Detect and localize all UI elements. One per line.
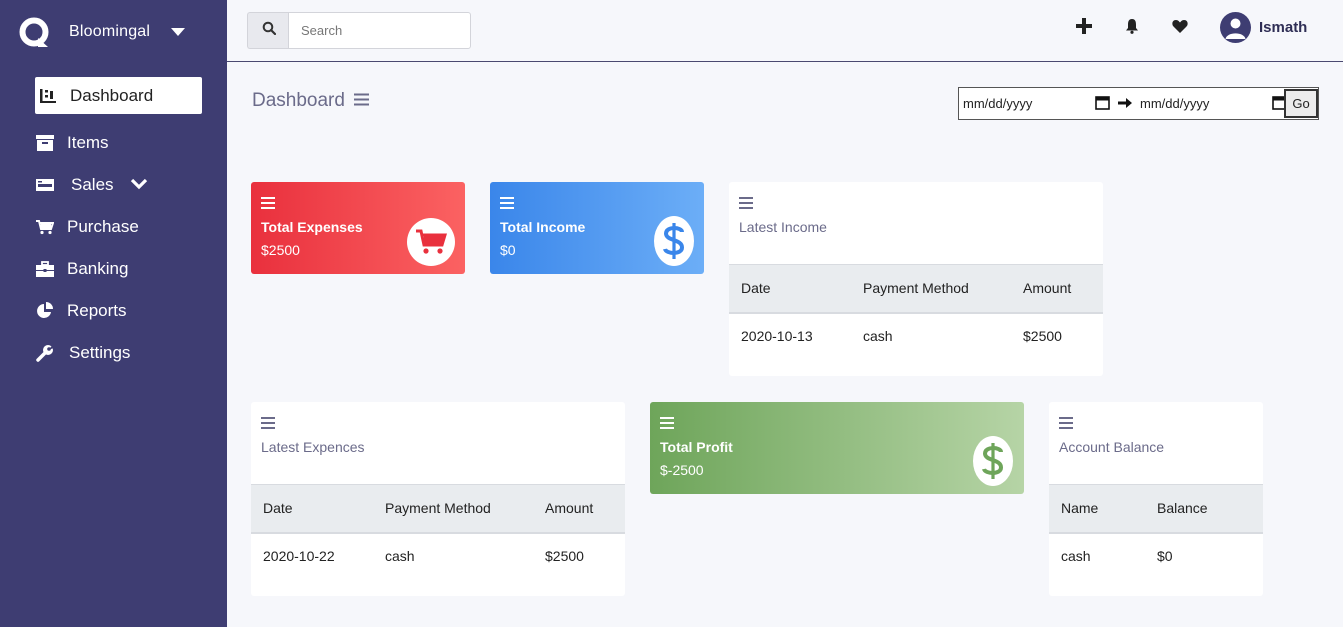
table-cell: $2500 <box>1023 328 1062 344</box>
table-header-row: Date Payment Method Amount <box>251 484 625 533</box>
page-title: Dashboard <box>252 90 369 112</box>
date-from-placeholder: mm/dd/yyyy <box>963 96 1033 111</box>
date-to-placeholder: mm/dd/yyyy <box>1140 96 1210 111</box>
brand-dropdown-icon[interactable] <box>170 24 186 42</box>
sidebar-item-sales[interactable]: Sales <box>35 166 202 203</box>
column-header: Amount <box>1023 280 1072 297</box>
cart-icon <box>407 218 455 266</box>
sidebar-item-banking[interactable]: Banking <box>35 250 202 287</box>
table-header-row: Date Payment Method Amount <box>729 264 1103 313</box>
wrench-icon <box>35 343 55 363</box>
table-row: 2020-10-13 cash $2500 <box>729 313 1103 359</box>
dollar-icon <box>654 216 694 266</box>
bell-icon[interactable] <box>1122 16 1142 36</box>
latest-expences-table: Date Payment Method Amount 2020-10-22 ca… <box>251 484 625 579</box>
table-cell: 2020-10-22 <box>263 548 335 564</box>
menu-icon[interactable] <box>500 196 514 214</box>
card-label: Total Expenses <box>261 219 363 235</box>
avatar <box>1220 12 1251 43</box>
card-label: Total Income <box>500 219 586 235</box>
plus-icon[interactable] <box>1074 16 1094 36</box>
panel-title: Account Balance <box>1059 439 1165 455</box>
date-range: mm/dd/yyyy mm/dd/yyyy Go <box>958 87 1319 120</box>
total-profit-card: Total Profit $-2500 <box>650 402 1024 494</box>
table-cell: cash <box>863 328 893 344</box>
column-header: Amount <box>545 500 594 517</box>
calendar-icon[interactable] <box>1095 95 1110 113</box>
card-label: Total Profit <box>660 439 733 455</box>
column-header: Payment Method <box>385 500 491 517</box>
brand-name: Bloomingal <box>69 23 151 40</box>
chevron-down-icon[interactable] <box>130 175 148 195</box>
latest-income-table: Date Payment Method Amount 2020-10-13 ca… <box>729 264 1103 359</box>
date-to-field[interactable]: mm/dd/yyyy <box>1136 95 1291 113</box>
sidebar-item-label: Items <box>67 132 109 152</box>
column-header: Date <box>263 500 293 517</box>
card-value: $-2500 <box>660 462 704 478</box>
sidebar-item-label: Dashboard <box>70 85 154 105</box>
table-header-row: Name Balance <box>1049 484 1263 533</box>
search-input[interactable] <box>288 12 471 49</box>
sidebar: Bloomingal Dashboard Items Sales Purchas… <box>0 0 227 627</box>
column-header: Name <box>1061 500 1099 517</box>
column-header: Payment Method <box>863 280 969 297</box>
menu-icon[interactable] <box>261 196 275 214</box>
archive-icon <box>35 133 55 153</box>
total-income-card: Total Income $0 <box>490 182 704 274</box>
account-balance-panel: Account Balance Name Balance cash $0 <box>1049 402 1263 596</box>
table-cell: 2020-10-13 <box>741 328 813 344</box>
sidebar-item-reports[interactable]: Reports <box>35 292 202 329</box>
sidebar-item-settings[interactable]: Settings <box>35 334 202 371</box>
card-value: $2500 <box>261 242 300 258</box>
column-header: Date <box>741 280 771 297</box>
latest-expences-panel: Latest Expences Date Payment Method Amou… <box>251 402 625 596</box>
sidebar-item-items[interactable]: Items <box>35 124 202 161</box>
table-row: cash $0 <box>1049 533 1263 579</box>
panel-title: Latest Expences <box>261 439 365 455</box>
money-bill-icon <box>35 175 55 195</box>
brand[interactable]: Bloomingal <box>18 14 150 50</box>
latest-income-panel: Latest Income Date Payment Method Amount… <box>729 182 1103 376</box>
menu-icon[interactable] <box>1059 416 1073 434</box>
menu-icon[interactable] <box>353 90 369 112</box>
table-row: 2020-10-22 cash $2500 <box>251 533 625 579</box>
column-header: Balance <box>1157 500 1208 517</box>
dollar-icon <box>973 436 1013 486</box>
chart-pie-icon <box>35 301 55 321</box>
sidebar-item-dashboard[interactable]: Dashboard <box>35 77 202 114</box>
user-menu[interactable]: Ismath <box>1220 12 1307 43</box>
brand-logo-icon <box>18 16 50 48</box>
table-cell: cash <box>385 548 415 564</box>
page-title-text: Dashboard <box>252 90 345 111</box>
menu-icon[interactable] <box>261 416 275 434</box>
topbar: Ismath <box>227 0 1343 62</box>
briefcase-icon <box>35 259 55 279</box>
dashboard-icon <box>38 86 58 106</box>
search-button[interactable] <box>247 12 289 49</box>
panel-title: Latest Income <box>739 219 827 235</box>
sidebar-item-purchase[interactable]: Purchase <box>35 208 202 245</box>
date-from-field[interactable]: mm/dd/yyyy <box>959 95 1114 113</box>
user-name: Ismath <box>1259 19 1308 36</box>
arrow-right-icon <box>1118 96 1132 112</box>
total-expenses-card: Total Expenses $2500 <box>251 182 465 274</box>
search-icon <box>262 21 276 40</box>
go-button[interactable]: Go <box>1284 89 1318 118</box>
table-cell: $2500 <box>545 548 584 564</box>
sidebar-item-label: Reports <box>67 300 127 320</box>
menu-icon[interactable] <box>660 416 674 434</box>
menu-icon[interactable] <box>739 196 753 214</box>
table-cell: cash <box>1061 548 1091 564</box>
sidebar-item-label: Purchase <box>67 216 139 236</box>
table-cell: $0 <box>1157 548 1173 564</box>
sidebar-item-label: Sales <box>71 174 114 194</box>
heart-icon[interactable] <box>1170 16 1190 36</box>
sidebar-item-label: Banking <box>67 258 129 278</box>
cart-icon <box>35 217 55 237</box>
account-balance-table: Name Balance cash $0 <box>1049 484 1263 579</box>
card-value: $0 <box>500 242 516 258</box>
sidebar-item-label: Settings <box>69 342 131 362</box>
